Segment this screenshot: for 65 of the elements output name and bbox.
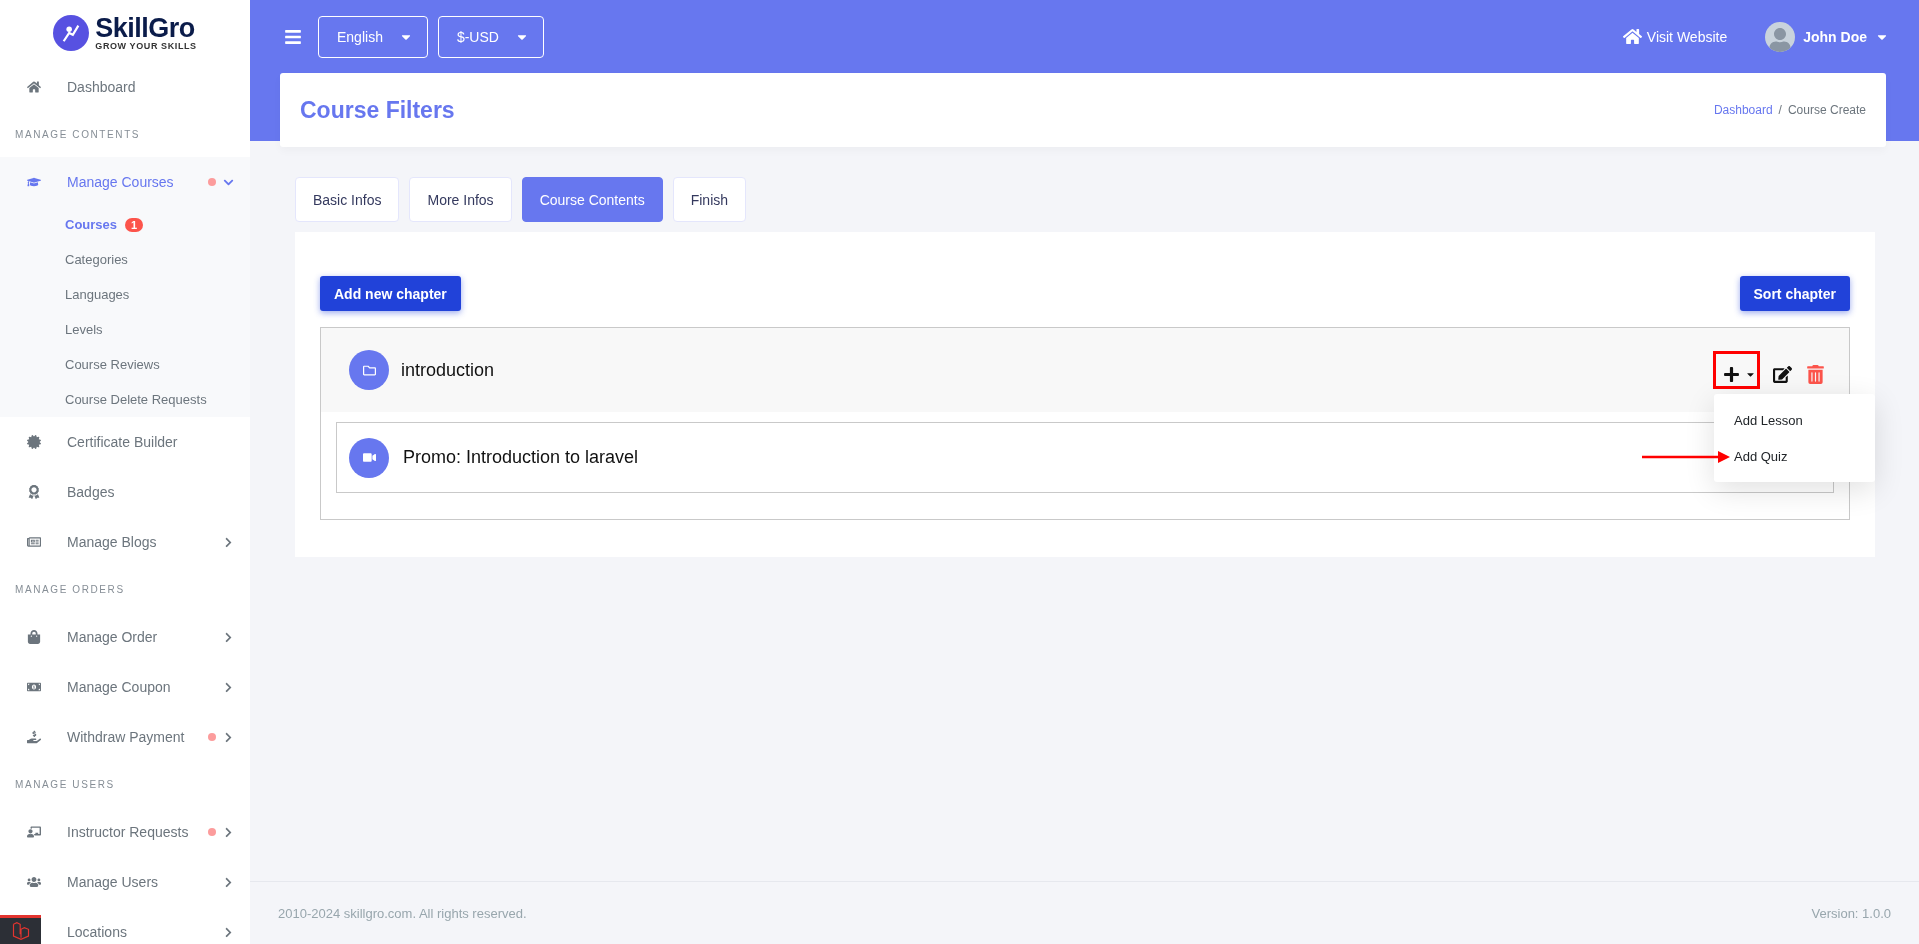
trash-icon xyxy=(1806,364,1825,384)
tab[interactable]: More Infos xyxy=(409,177,512,222)
bag-icon xyxy=(27,630,41,644)
sidebar-item[interactable]: Manage Coupon xyxy=(0,662,250,712)
sidebar-item[interactable]: Manage Order xyxy=(0,612,250,662)
folder-icon xyxy=(349,350,389,390)
copyright-text: 2010-2024 skillgro.com. All rights reserved. xyxy=(278,905,527,921)
sidebar-item[interactable]: Dashboard xyxy=(0,62,250,112)
submenu-item[interactable]: Course Delete Requests xyxy=(0,382,250,417)
submenu-item[interactable]: Course Reviews xyxy=(0,347,250,382)
edit-button[interactable] xyxy=(1773,364,1792,384)
logo-icon xyxy=(53,15,90,51)
breadcrumb-item[interactable]: Dashboard xyxy=(1713,103,1773,117)
brand-tagline: GROW YOUR SKILLS xyxy=(95,42,197,51)
submenu-item[interactable]: Courses 1 xyxy=(0,207,250,242)
tab[interactable]: Basic Infos xyxy=(295,177,400,222)
currency-select[interactable]: $-USD xyxy=(437,15,544,58)
plus-icon xyxy=(1722,365,1740,383)
users-icon xyxy=(27,875,41,889)
laravel-logo-icon xyxy=(10,921,31,941)
sidebar-item[interactable]: Badges xyxy=(0,467,250,517)
video-camera-icon xyxy=(349,437,389,478)
highlight-frame xyxy=(1713,351,1760,389)
section-heading: MANAGE CONTENTS xyxy=(14,128,142,142)
award-icon xyxy=(27,485,41,499)
menu-item[interactable]: Add Lesson xyxy=(1714,402,1875,438)
tab[interactable]: Finish xyxy=(672,177,747,222)
menu-item[interactable]: Add Quiz xyxy=(1714,438,1875,474)
tab[interactable]: Course Contents xyxy=(521,177,663,222)
visit-website-link[interactable]: Visit Website xyxy=(1622,27,1728,46)
user-menu-button[interactable]: John Doe xyxy=(1765,21,1889,52)
count-badge: 1 xyxy=(125,217,144,232)
sidebar-item[interactable]: Manage Courses xyxy=(0,157,250,207)
submenu-item[interactable]: Languages xyxy=(0,277,250,312)
breadcrumb-item: Course Create xyxy=(1787,103,1866,117)
sidebar-item[interactable]: Withdraw Payment xyxy=(0,712,250,762)
submenu-item[interactable]: Levels xyxy=(0,312,250,347)
home-icon xyxy=(1622,27,1642,46)
menu-icon xyxy=(284,27,302,46)
sidebar-item[interactable]: Manage Blogs xyxy=(0,517,250,567)
sidebar-item[interactable]: Certificate Builder xyxy=(0,417,250,467)
debug-overlay-toast[interactable] xyxy=(0,915,41,944)
section-heading: MANAGE ORDERS xyxy=(14,583,126,597)
home-icon xyxy=(27,80,41,94)
sort-chapter-button[interactable]: Sort chapter xyxy=(1739,276,1850,311)
submenu-item[interactable]: Categories xyxy=(0,242,250,277)
lesson-title: Promo: Introduction to laravel xyxy=(403,447,639,468)
brand-name: SkillGro xyxy=(95,15,196,42)
seal-icon xyxy=(27,435,41,449)
newspaper-icon xyxy=(27,535,41,549)
section-heading: MANAGE USERS xyxy=(14,778,116,792)
version-text: Version: 1.0.0 xyxy=(1811,905,1891,921)
language-select[interactable]: English xyxy=(318,15,428,58)
breadcrumb-separator: / xyxy=(1778,103,1782,117)
graduation-cap-icon xyxy=(27,175,41,189)
banknote-icon xyxy=(27,680,41,694)
hand-coin-icon xyxy=(27,730,41,744)
chapter-title: introduction xyxy=(401,359,496,381)
delete-button[interactable] xyxy=(1806,364,1825,384)
board-teacher-icon xyxy=(27,825,41,839)
page-title: Course Filters xyxy=(300,96,455,124)
edit-icon xyxy=(1773,364,1792,384)
sidebar-item[interactable]: Instructor Requests xyxy=(0,807,250,857)
sidebar-item[interactable]: Manage Users xyxy=(0,857,250,907)
add-chapter-button[interactable]: Add new chapter xyxy=(320,276,461,311)
